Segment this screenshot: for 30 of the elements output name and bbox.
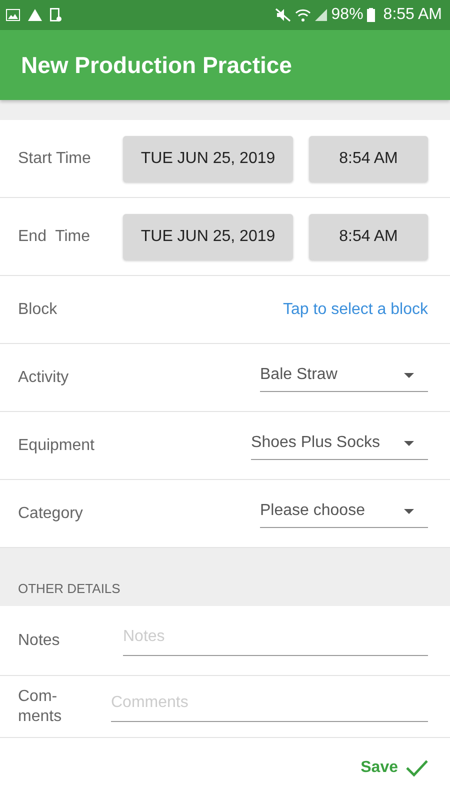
device-icon xyxy=(50,8,62,22)
time-button[interactable]: 8:54 AM xyxy=(309,214,428,260)
field-label: Com-ments xyxy=(18,686,62,726)
battery-level: 98% xyxy=(331,5,364,25)
field-label: Notes xyxy=(18,630,61,650)
mute-icon xyxy=(275,8,292,22)
app-title: New Production Practice xyxy=(21,50,292,80)
date-button[interactable]: TUE JUN 25, 2019 xyxy=(123,136,293,182)
field-label: Block xyxy=(18,300,58,320)
signal-icon xyxy=(315,9,328,21)
field-label: Start Time xyxy=(18,148,91,168)
clock: 8:55 AM xyxy=(383,5,442,25)
warning-icon xyxy=(28,9,42,21)
check-icon xyxy=(406,759,428,777)
dropdown[interactable]: Shoes Plus Socks xyxy=(251,431,428,460)
field-label: Category xyxy=(18,504,83,524)
date-button[interactable]: TUE JUN 25, 2019 xyxy=(123,214,293,260)
section-heading: OTHER DETAILS xyxy=(18,580,120,598)
field-label: Equipment xyxy=(18,436,94,456)
caret-icon xyxy=(404,508,414,514)
field-label: Activity xyxy=(18,368,69,388)
caret-icon xyxy=(404,372,414,378)
wifi-icon xyxy=(295,8,312,22)
dropdown[interactable]: Bale Straw xyxy=(260,363,428,392)
caret-icon xyxy=(404,440,414,446)
time-button[interactable]: 8:54 AM xyxy=(309,136,428,182)
battery-icon xyxy=(367,8,376,22)
field-label: End Time xyxy=(18,226,90,246)
dropdown[interactable]: Please choose xyxy=(260,499,428,528)
image-icon xyxy=(6,9,20,21)
